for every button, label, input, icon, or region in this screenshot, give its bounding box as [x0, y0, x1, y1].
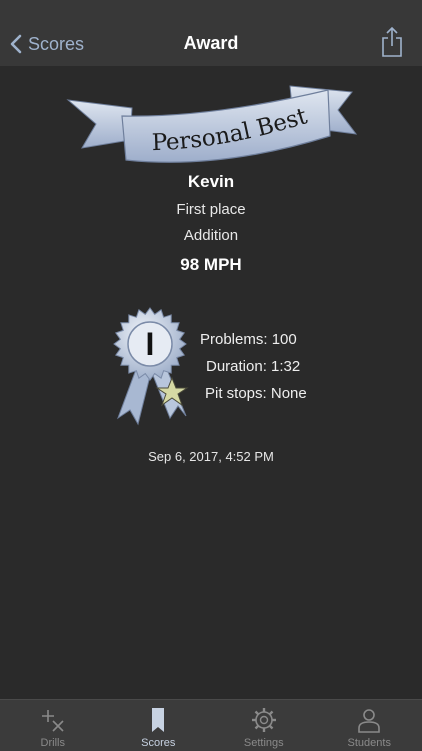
- duration-stat: Duration: 1:32: [206, 358, 300, 375]
- place-text: First place: [0, 201, 422, 218]
- medal-icon: I: [108, 306, 194, 428]
- operation-text: Addition: [0, 227, 422, 244]
- tab-scores[interactable]: Scores: [106, 700, 212, 751]
- problems-stat: Problems: 100: [200, 331, 297, 348]
- tab-students-label: Students: [317, 737, 422, 749]
- tab-students[interactable]: Students: [317, 700, 422, 751]
- award-date: Sep 6, 2017, 4:52 PM: [0, 449, 422, 464]
- tab-bar: Drills Scores Settings Students: [0, 699, 422, 751]
- drills-icon: [40, 707, 66, 733]
- person-icon: [356, 707, 382, 733]
- tab-settings-label: Settings: [211, 737, 317, 749]
- bookmark-icon: [145, 707, 171, 733]
- medal-numeral: I: [146, 326, 155, 362]
- share-button[interactable]: [380, 26, 404, 58]
- personal-best-banner: Personal Best: [60, 78, 360, 178]
- page-title: Award: [0, 33, 422, 54]
- gear-icon: [251, 707, 277, 733]
- student-name: Kevin: [0, 172, 422, 192]
- tab-drills-label: Drills: [0, 737, 106, 749]
- pit-stops-stat: Pit stops: None: [205, 385, 307, 402]
- tab-scores-label: Scores: [106, 737, 212, 749]
- speed-text: 98 MPH: [0, 255, 422, 275]
- navigation-bar: Scores Award: [0, 0, 422, 66]
- tab-drills[interactable]: Drills: [0, 700, 106, 751]
- tab-settings[interactable]: Settings: [211, 700, 317, 751]
- share-icon: [380, 26, 404, 58]
